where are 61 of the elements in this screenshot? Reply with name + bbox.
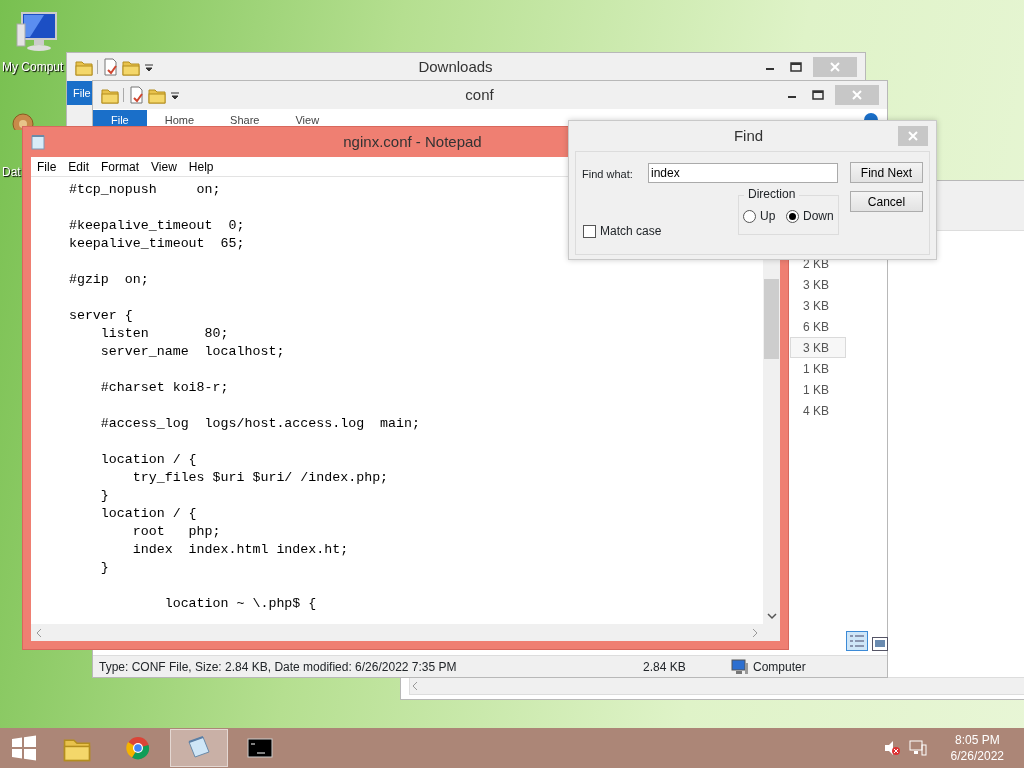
file-size-cell[interactable]: 6 KB [790, 316, 846, 337]
clock-date: 6/26/2022 [950, 748, 1004, 764]
console-icon [247, 737, 273, 759]
properties-icon[interactable] [128, 86, 144, 104]
scrollbar-thumb[interactable] [764, 279, 779, 359]
window-title: nginx.conf - Notepad [343, 131, 482, 152]
maximize-icon [812, 90, 824, 100]
window-title: Downloads [417, 56, 494, 77]
notepad-icon [31, 134, 45, 150]
file-size-cell[interactable]: 3 KB [790, 295, 846, 316]
ribbon-tab[interactable]: Home [146, 109, 213, 130]
status-size: 2.84 KB [643, 658, 687, 676]
clock-time: 8:05 PM [954, 732, 1000, 748]
close-button[interactable] [898, 126, 928, 146]
menu-item[interactable]: File [31, 157, 63, 176]
scroll-right-icon[interactable] [751, 627, 759, 638]
menu-item[interactable]: Format [95, 157, 146, 176]
cancel-button[interactable]: Cancel [850, 191, 923, 212]
computer-icon [731, 658, 749, 675]
dropdown-caret-icon[interactable] [170, 90, 180, 100]
network-icon[interactable] [908, 740, 927, 756]
ribbon-tab[interactable]: Share [212, 109, 278, 130]
folder-icon[interactable] [75, 58, 93, 76]
notepad-icon [186, 736, 212, 760]
horizontal-scrollbar[interactable] [409, 677, 1024, 695]
thumbnail-view-icon[interactable] [872, 637, 888, 651]
menu-item[interactable]: Edit [62, 157, 96, 176]
code-text[interactable]: #tcp_nopush on; #keepalive_timeout 0; keepalive_timeout 65; #gzip on; server { listen 80; server_name localhost; #charset koi8-r; #access_log logs/host.access.log main; location / { try_files $uri $uri/ /index.php; } location / { root php; index index.html index.ht; } location ~ \.php$ { [31, 177, 420, 613]
file-size-cell[interactable]: 1 KB [790, 358, 846, 379]
computer-icon [16, 10, 60, 54]
menu-item[interactable]: Help [182, 157, 220, 176]
dialog-title: Find [732, 125, 765, 146]
radio-button[interactable]: Up [743, 207, 776, 225]
ribbon-tab[interactable]: View [277, 109, 338, 130]
match-case-checkbox[interactable]: Match case [583, 222, 662, 240]
folder-icon[interactable] [101, 86, 119, 104]
file-size-cell[interactable]: 1 KB [790, 379, 846, 400]
properties-icon[interactable] [102, 58, 118, 76]
window-title: conf [464, 84, 495, 105]
file-size-cell[interactable]: 4 KB [790, 400, 846, 421]
scroll-down-icon[interactable] [766, 612, 777, 620]
menu-item[interactable]: View [145, 157, 183, 176]
maximize-icon [790, 62, 802, 72]
status-location: Computer [753, 658, 806, 676]
scroll-left-icon[interactable] [35, 627, 43, 638]
file-size-cell[interactable]: 3 KB [790, 274, 846, 295]
dropdown-caret-icon[interactable] [144, 62, 154, 72]
muted-speaker-icon[interactable] [882, 740, 901, 756]
radio-button[interactable]: Down [786, 207, 834, 225]
close-icon [830, 62, 840, 72]
horizontal-scrollbar[interactable] [31, 624, 763, 641]
close-icon [852, 90, 862, 100]
field-label: Find what: [582, 167, 633, 182]
status-text: Type: CONF File, Size: 2.84 KB, Date modified: 6/26/2022 7:35 PM [98, 658, 458, 676]
ribbon-tab[interactable]: File [67, 81, 93, 105]
find-next-button[interactable]: Find Next [850, 162, 923, 183]
chrome-icon [126, 736, 150, 760]
windows-logo-icon [11, 735, 37, 761]
close-icon [908, 131, 918, 141]
search-field[interactable]: index [648, 163, 838, 183]
file-size-cell[interactable]: 3 KB [790, 337, 846, 358]
